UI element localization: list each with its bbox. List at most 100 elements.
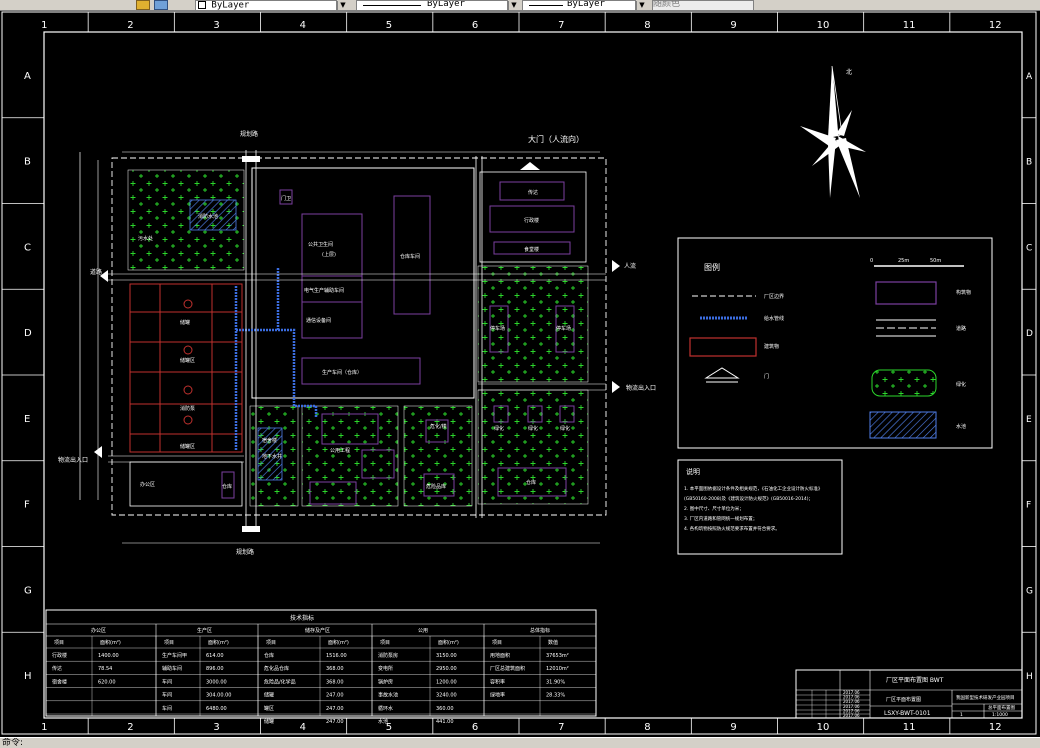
table-title: 技术指标 bbox=[290, 614, 314, 622]
table-cell: 危险品/化学品 bbox=[264, 678, 296, 685]
row-labels-left: A B C D E F G H bbox=[24, 71, 32, 682]
table-column-header: 项目 bbox=[266, 640, 276, 646]
svg-text:食堂楼: 食堂楼 bbox=[524, 246, 539, 253]
color-dropdown[interactable]: ByLayer ▼ bbox=[195, 0, 348, 10]
table-cell: 锅炉房 bbox=[378, 678, 393, 685]
table-cell: 614.00 bbox=[206, 653, 224, 659]
table-cell: 31.90% bbox=[546, 679, 565, 685]
svg-text:危化/楼: 危化/楼 bbox=[430, 423, 447, 430]
title-block-company: 厂区平面布置图 BWT bbox=[886, 676, 944, 684]
chevron-down-icon[interactable]: ▼ bbox=[337, 0, 348, 10]
column-label: 6 bbox=[472, 20, 478, 31]
road-label-bottom: 规划路 bbox=[236, 548, 254, 556]
svg-text:仓库: 仓库 bbox=[222, 483, 232, 490]
table-column-header: 面积(m²) bbox=[100, 639, 121, 646]
svg-text:停车场: 停车场 bbox=[556, 325, 571, 332]
svg-text:给水管线: 给水管线 bbox=[764, 315, 784, 322]
table-cell: 37653m² bbox=[546, 653, 569, 659]
arrow-right-logistics bbox=[612, 381, 620, 393]
svg-text:绿化: 绿化 bbox=[494, 425, 504, 432]
row-label: G bbox=[1026, 586, 1033, 596]
green-area-right-mid bbox=[477, 265, 589, 383]
table-cell: 储罐 bbox=[264, 718, 274, 725]
column-label: 10 bbox=[817, 722, 830, 733]
road-label-top: 规划路 bbox=[240, 130, 258, 138]
column-label: 7 bbox=[558, 20, 564, 31]
linetype-dropdown-value: ByLayer bbox=[427, 0, 465, 9]
table-cell: 事故水池 bbox=[378, 692, 398, 699]
svg-text:储罐区: 储罐区 bbox=[180, 357, 195, 364]
svg-text:行政楼: 行政楼 bbox=[524, 217, 539, 224]
table-cell: 247.00 bbox=[326, 719, 344, 725]
linetype-dropdown[interactable]: ByLayer ▼ bbox=[356, 0, 519, 10]
row-label: C bbox=[24, 242, 31, 253]
row-label: D bbox=[1026, 329, 1033, 339]
column-label: 9 bbox=[730, 722, 736, 733]
table-cell: 28.33% bbox=[546, 693, 565, 699]
lineweight-dropdown[interactable]: ByLayer ▼ bbox=[522, 0, 647, 10]
svg-text:污水处: 污水处 bbox=[138, 235, 153, 242]
drawing-canvas[interactable]: 1 2 3 4 5 6 7 8 9 10 11 12 1 2 3 4 5 6 7 8 9 10 11 12 ABCDEFGH… bbox=[0, 10, 1040, 737]
technical-indicator-table: 技术指标 办公区 生产区 储存及产区 公用 总体指标项目 面积(m²) 项目 面积(m²) 项目… bbox=[45, 609, 597, 725]
table-cell: 危化品仓库 bbox=[264, 665, 289, 672]
table-cell: 车间 bbox=[162, 678, 172, 685]
table-cell: 罐区 bbox=[264, 705, 274, 712]
column-label: 6 bbox=[472, 722, 478, 733]
column-label: 11 bbox=[903, 20, 916, 31]
table-column-header: 面积(m²) bbox=[328, 639, 349, 646]
svg-text:通信设备间: 通信设备间 bbox=[306, 317, 331, 324]
table-cell: 360.00 bbox=[436, 706, 454, 712]
legend-panel: 图例 0 25m 50m 厂区边界 给水管线 建筑物 门 构筑物 道路 绿化 水… bbox=[677, 237, 993, 449]
column-label: 12 bbox=[989, 20, 1002, 31]
svg-text:建筑物: 建筑物 bbox=[764, 343, 779, 350]
svg-text:厂区边界: 厂区边界 bbox=[764, 293, 784, 300]
title-block-sheet: 1 bbox=[960, 712, 963, 718]
layer-tools bbox=[136, 0, 168, 10]
plotstyle-dropdown[interactable]: 随颜色 bbox=[652, 0, 754, 10]
green-area-bottom-center bbox=[301, 405, 399, 507]
table-cell: 1200.00 bbox=[436, 679, 457, 685]
color-swatch-icon bbox=[198, 0, 206, 9]
site-plan: 大门（人流向） 规划路 人流 物流出入口 物流出入口 规划路 道路 污水处 消防… bbox=[58, 130, 656, 556]
svg-text:构筑物: 构筑物 bbox=[956, 289, 971, 296]
column-label: 4 bbox=[300, 722, 306, 733]
layer-states-icon[interactable] bbox=[136, 0, 150, 10]
north-label: 北 bbox=[846, 68, 852, 76]
table-cell: 896.00 bbox=[206, 666, 224, 672]
chevron-down-icon[interactable]: ▼ bbox=[636, 0, 647, 10]
title-block-scale: 1:1000 bbox=[992, 712, 1008, 718]
chevron-down-icon[interactable]: ▼ bbox=[508, 0, 519, 10]
notes-title: 说明 bbox=[686, 467, 700, 476]
svg-text:(上层): (上层) bbox=[322, 251, 336, 258]
layer-properties-icon[interactable] bbox=[154, 0, 168, 10]
column-labels-bottom: 1 2 3 4 5 6 7 8 9 10 11 12 bbox=[41, 722, 1002, 733]
column-labels-top: 1 2 3 4 5 6 7 8 9 10 11 12 bbox=[41, 20, 1002, 31]
table-group-header: 总体指标 bbox=[530, 627, 550, 634]
column-label: 2 bbox=[127, 20, 133, 31]
svg-text:3. 厂区内道路和管网统一规划布置；: 3. 厂区内道路和管网统一规划布置； bbox=[684, 515, 757, 522]
column-label: 1 bbox=[41, 722, 47, 733]
svg-text:0: 0 bbox=[870, 258, 873, 264]
row-labels-right: A B C D E F G H bbox=[1026, 72, 1033, 682]
table-cell: 620.00 bbox=[98, 679, 116, 685]
table-column-header: 面积(m²) bbox=[438, 639, 459, 646]
column-label: 8 bbox=[644, 722, 650, 733]
column-label: 4 bbox=[300, 20, 306, 31]
title-block-date: 2017.06 bbox=[843, 713, 860, 718]
svg-text:仓库车间: 仓库车间 bbox=[400, 253, 420, 260]
svg-text:仓库: 仓库 bbox=[526, 479, 536, 486]
row-label: C bbox=[1026, 243, 1032, 253]
road-label-left: 物流出入口 bbox=[58, 456, 88, 464]
column-label: 12 bbox=[989, 722, 1002, 733]
table-group-header: 公用 bbox=[418, 628, 428, 634]
cad-drawing[interactable]: 1 2 3 4 5 6 7 8 9 10 11 12 1 2 3 4 5 6 7 8 9 10 11 12 ABCDEFGH… bbox=[0, 10, 1040, 737]
table-cell: 用地面积 bbox=[490, 652, 510, 659]
command-line[interactable]: 命令: bbox=[0, 737, 1040, 748]
main-building-block bbox=[251, 167, 475, 399]
table-group-header: 办公区 bbox=[91, 627, 106, 634]
table-column-header: 项目 bbox=[164, 640, 174, 646]
road-label-right-2: 物流出入口 bbox=[626, 384, 656, 392]
main-gate-label: 大门（人流向） bbox=[528, 134, 584, 144]
column-label: 3 bbox=[213, 722, 219, 733]
svg-text:水池: 水池 bbox=[956, 423, 966, 430]
